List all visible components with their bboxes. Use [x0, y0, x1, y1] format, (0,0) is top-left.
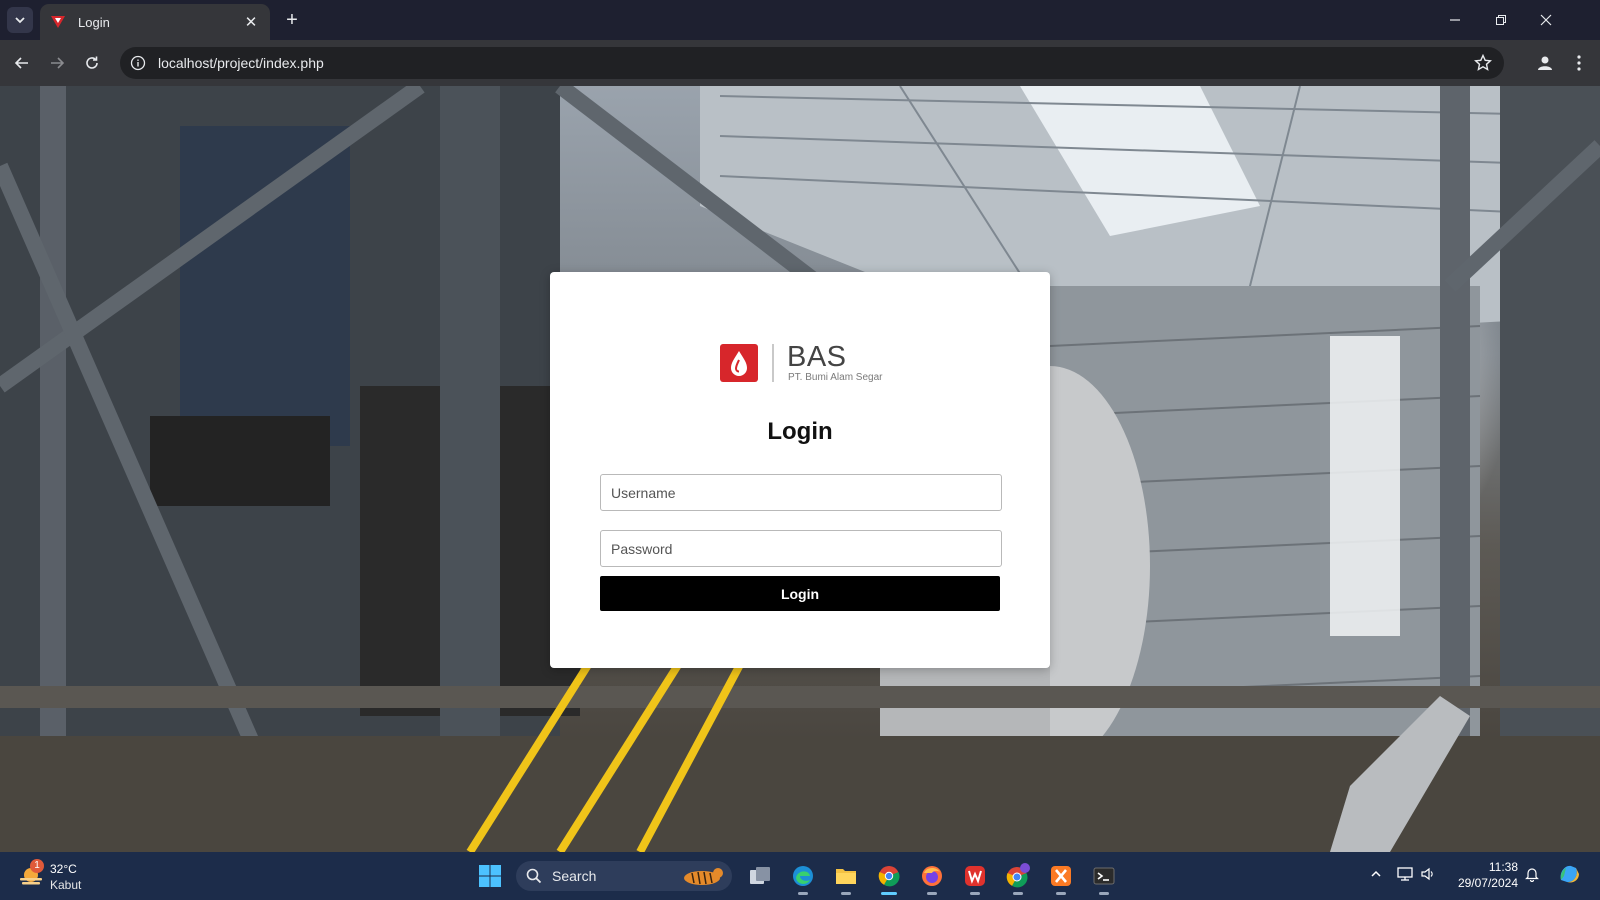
- tab-title: Login: [78, 14, 110, 30]
- task-view-icon: [750, 867, 770, 884]
- wps-office-icon: [965, 866, 985, 886]
- windows-logo-icon: [479, 865, 501, 887]
- copilot-button[interactable]: [1556, 861, 1582, 887]
- url-text: localhost/project/index.php: [158, 55, 324, 71]
- xampp-icon: [1051, 866, 1071, 886]
- restore-button[interactable]: [1478, 0, 1524, 40]
- taskbar: 1 32°C Kabut Search 11:38 29/07/2024: [0, 852, 1600, 900]
- close-window-button[interactable]: [1523, 0, 1569, 40]
- volume-button[interactable]: [1418, 864, 1438, 884]
- reload-icon: [86, 56, 98, 69]
- network-button[interactable]: [1396, 864, 1416, 884]
- taskbar-chrome[interactable]: [873, 860, 905, 895]
- bookmark-star-icon[interactable]: [1474, 54, 1492, 72]
- taskbar-xampp[interactable]: [1045, 860, 1077, 895]
- clock-time: 11:38: [1488, 860, 1518, 874]
- taskbar-terminal[interactable]: [1088, 860, 1120, 895]
- username-input[interactable]: [600, 474, 1002, 511]
- site-favicon-icon: [51, 16, 65, 28]
- clock-date: 29/07/2024: [1457, 876, 1518, 890]
- copilot-icon: [1560, 865, 1579, 883]
- back-button[interactable]: [9, 50, 35, 76]
- weather-temperature: 32°C: [50, 862, 77, 876]
- login-button[interactable]: Login: [600, 576, 1000, 611]
- firefox-icon: [922, 866, 942, 886]
- tab-search-button[interactable]: [7, 7, 33, 33]
- profile-button[interactable]: [1532, 50, 1558, 76]
- weather-widget[interactable]: 1 32°C Kabut: [16, 859, 96, 895]
- show-hidden-icons-button[interactable]: [1366, 864, 1386, 884]
- taskbar-edge[interactable]: [787, 860, 819, 895]
- arrow-right-icon: [51, 57, 65, 69]
- logo-divider: [772, 344, 774, 382]
- network-icon: [1397, 867, 1413, 881]
- close-icon: [1540, 14, 1552, 26]
- bell-icon: [1525, 868, 1539, 882]
- search-icon: [526, 868, 542, 884]
- arrow-left-icon: [14, 57, 28, 69]
- chevron-down-icon: [15, 17, 25, 24]
- speaker-icon: [1421, 867, 1433, 881]
- taskbar-file-explorer[interactable]: [830, 860, 862, 895]
- weather-alert-badge: 1: [30, 859, 44, 873]
- blood-drop-logo-icon: [720, 344, 758, 382]
- notifications-button[interactable]: [1522, 864, 1542, 884]
- new-tab-button[interactable]: +: [280, 8, 304, 32]
- reload-button[interactable]: [79, 50, 105, 76]
- taskbar-wps-office[interactable]: [959, 860, 991, 895]
- browser-tab[interactable]: Login ✕: [40, 4, 270, 40]
- browser-tab-bar: Login ✕ +: [0, 0, 1600, 40]
- chevron-up-icon: [1371, 870, 1381, 877]
- taskbar-search[interactable]: Search: [516, 861, 732, 891]
- task-view-button[interactable]: [744, 860, 776, 892]
- tiger-search-highlight-icon: [684, 868, 723, 885]
- terminal-icon: [1093, 867, 1115, 885]
- page-viewport: BAS PT. Bumi Alam Segar Login Login: [0, 86, 1600, 852]
- restore-icon: [1496, 15, 1506, 25]
- taskbar-chrome-profile[interactable]: [1002, 860, 1034, 895]
- profile-icon: [1538, 56, 1552, 70]
- login-card: BAS PT. Bumi Alam Segar Login Login: [550, 272, 1050, 668]
- taskbar-firefox[interactable]: [916, 860, 948, 895]
- taskbar-clock[interactable]: 11:38 29/07/2024: [1440, 859, 1518, 891]
- browser-toolbar: localhost/project/index.php: [0, 40, 1600, 86]
- login-title: Login: [767, 418, 833, 445]
- folder-icon: [836, 869, 856, 884]
- search-label: Search: [552, 868, 597, 884]
- minimize-button[interactable]: [1432, 0, 1478, 40]
- company-logo: BAS PT. Bumi Alam Segar: [720, 342, 890, 384]
- site-info-icon[interactable]: [130, 55, 146, 71]
- address-bar[interactable]: localhost/project/index.php: [120, 47, 1504, 79]
- tab-close-icon[interactable]: ✕: [242, 13, 260, 31]
- chrome-icon: [878, 866, 900, 887]
- minimize-icon: [1450, 19, 1460, 21]
- chrome-profile-icon: [1006, 863, 1030, 888]
- more-vertical-icon: [1577, 55, 1581, 71]
- password-input[interactable]: [600, 530, 1002, 567]
- start-button[interactable]: [474, 860, 506, 892]
- weather-condition: Kabut: [50, 878, 82, 892]
- edge-icon: [793, 866, 813, 886]
- company-name: PT. Bumi Alam Segar: [788, 372, 883, 383]
- forward-button[interactable]: [44, 50, 70, 76]
- brand-name: BAS: [787, 341, 847, 373]
- browser-menu-button[interactable]: [1566, 50, 1592, 76]
